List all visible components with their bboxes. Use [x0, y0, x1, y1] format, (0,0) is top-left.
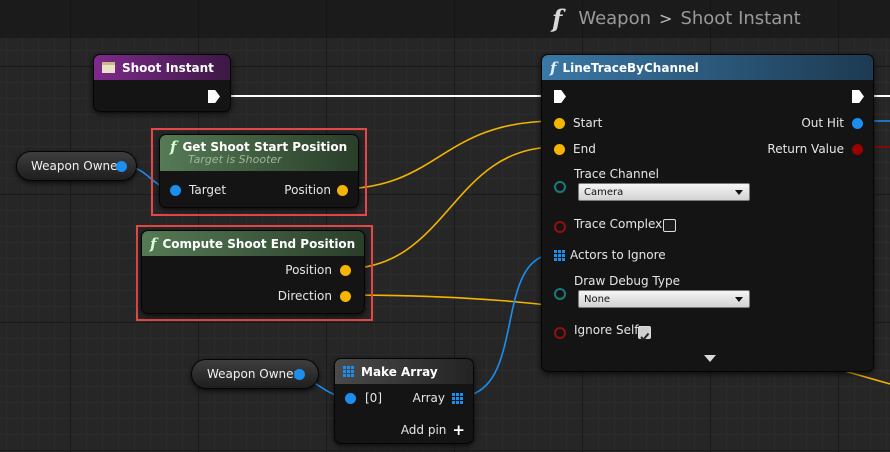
start-position-label: Position — [284, 183, 331, 197]
array-output-pin[interactable]: Array — [413, 391, 463, 405]
ignore-self-label: Ignore Self — [574, 323, 639, 337]
start-position-pin[interactable]: Position — [284, 183, 348, 197]
trace-channel-label: Trace Channel — [574, 167, 659, 181]
target-pin-dot[interactable] — [170, 184, 181, 196]
exec-out-pin[interactable] — [208, 90, 220, 103]
weapon-owner-var-1[interactable]: Weapon Owner — [16, 151, 137, 181]
compute-shoot-end-title: Compute Shoot End Position — [162, 236, 356, 251]
expand-advanced-icon[interactable] — [704, 355, 716, 362]
ignore-self-pin[interactable]: Ignore Self — [574, 323, 639, 337]
plus-icon: + — [452, 421, 465, 439]
trace-channel-dropdown[interactable]: Camera — [578, 183, 750, 201]
event-entry-icon — [102, 62, 115, 73]
start-position-dot[interactable] — [337, 184, 348, 196]
compute-shoot-end-header: f Compute Shoot End Position — [142, 231, 364, 256]
line-trace-node[interactable]: f LineTraceByChannel Start End Out Hit R… — [541, 54, 874, 372]
chevron-down-icon — [735, 190, 743, 195]
direction-pin[interactable]: Direction — [278, 289, 351, 303]
trace-channel-value: Camera — [584, 186, 624, 198]
trace-channel-pin[interactable]: Trace Channel — [574, 167, 659, 181]
target-pin[interactable]: Target — [170, 183, 226, 197]
line-trace-header: f LineTraceByChannel — [542, 55, 873, 80]
return-value-dot[interactable] — [852, 143, 863, 155]
array-output-icon[interactable] — [452, 392, 463, 404]
start-pin-dot[interactable] — [554, 117, 565, 129]
array-element-dot[interactable] — [345, 392, 356, 404]
draw-debug-type-pin[interactable]: Draw Debug Type — [574, 274, 680, 288]
end-position-pin[interactable]: Position — [285, 263, 351, 277]
shoot-instant-header: Shoot Instant — [94, 55, 230, 80]
weapon-owner-2-label: Weapon Owner — [207, 367, 299, 381]
line-trace-title: LineTraceByChannel — [562, 60, 699, 75]
end-pin-dot[interactable] — [554, 143, 565, 155]
start-position-wire — [337, 120, 557, 190]
end-position-wire — [342, 146, 557, 270]
make-array-title: Make Array — [361, 364, 438, 379]
get-shoot-start-header: f Get Shoot Start Position Target is Sho… — [160, 135, 358, 171]
array-element-pin[interactable]: [0] — [345, 391, 382, 405]
array-element-label: [0] — [365, 391, 382, 405]
out-hit-dot[interactable] — [852, 117, 863, 129]
start-pin[interactable]: Start — [554, 116, 602, 130]
get-shoot-start-subtitle: Target is Shooter — [188, 153, 282, 166]
actors-to-ignore-icon[interactable] — [554, 249, 565, 261]
out-hit-label: Out Hit — [801, 116, 844, 130]
return-value-label: Return Value — [767, 142, 844, 156]
draw-debug-type-value: None — [584, 293, 611, 305]
array-output-label: Array — [412, 391, 445, 405]
weapon-owner-var-2[interactable]: Weapon Owner — [191, 359, 319, 389]
end-label: End — [573, 142, 596, 156]
exec-then-pin[interactable] — [852, 90, 864, 103]
draw-debug-type-label: Draw Debug Type — [574, 274, 680, 288]
end-position-label: Position — [285, 263, 332, 277]
out-hit-pin[interactable]: Out Hit — [801, 116, 863, 130]
function-icon: f — [550, 58, 557, 77]
weapon-owner-1-label: Weapon Owner — [31, 159, 123, 173]
ignore-self-pin-ring[interactable] — [554, 327, 566, 339]
end-pin[interactable]: End — [554, 142, 596, 156]
get-shoot-start-title: Get Shoot Start Position — [182, 140, 348, 154]
weapon-owner-2-dot[interactable] — [294, 369, 305, 380]
trace-complex-pin-ring[interactable] — [554, 221, 566, 233]
add-pin-label: Add pin — [400, 423, 447, 437]
return-value-pin[interactable]: Return Value — [767, 142, 863, 156]
get-shoot-start-node[interactable]: f Get Shoot Start Position Target is Sho… — [159, 134, 359, 208]
actors-to-ignore-pin[interactable]: Actors to Ignore — [554, 248, 666, 262]
ignore-self-checkbox[interactable] — [638, 326, 651, 341]
trace-channel-pin-ring[interactable] — [554, 181, 566, 193]
trace-complex-checkbox[interactable] — [663, 219, 676, 232]
shoot-instant-node[interactable]: Shoot Instant — [93, 54, 231, 112]
draw-debug-type-dropdown[interactable]: None — [578, 290, 750, 308]
trace-complex-label: Trace Complex — [574, 217, 663, 231]
function-icon: f — [150, 234, 157, 253]
exec-in-pin[interactable] — [554, 90, 566, 103]
shoot-instant-title: Shoot Instant — [122, 60, 214, 75]
chevron-down-icon — [735, 297, 743, 302]
direction-label: Direction — [277, 289, 332, 303]
make-array-header: Make Array — [335, 359, 473, 384]
function-icon: f — [170, 138, 177, 156]
add-pin-button[interactable]: Add pin + — [401, 421, 465, 439]
array-grid-icon — [343, 366, 354, 377]
weapon-owner-1-dot[interactable] — [116, 161, 127, 172]
end-position-dot[interactable] — [340, 264, 351, 276]
target-pin-label: Target — [189, 183, 227, 197]
direction-dot[interactable] — [340, 290, 351, 302]
trace-complex-pin[interactable]: Trace Complex — [574, 217, 662, 231]
actors-to-ignore-label: Actors to Ignore — [570, 248, 666, 262]
checkmark-icon — [640, 332, 650, 341]
draw-debug-pin-ring[interactable] — [554, 288, 566, 300]
start-label: Start — [573, 116, 603, 130]
make-array-node[interactable]: Make Array [0] Array Add pin + — [334, 358, 474, 444]
compute-shoot-end-node[interactable]: f Compute Shoot End Position Position Di… — [141, 230, 365, 314]
